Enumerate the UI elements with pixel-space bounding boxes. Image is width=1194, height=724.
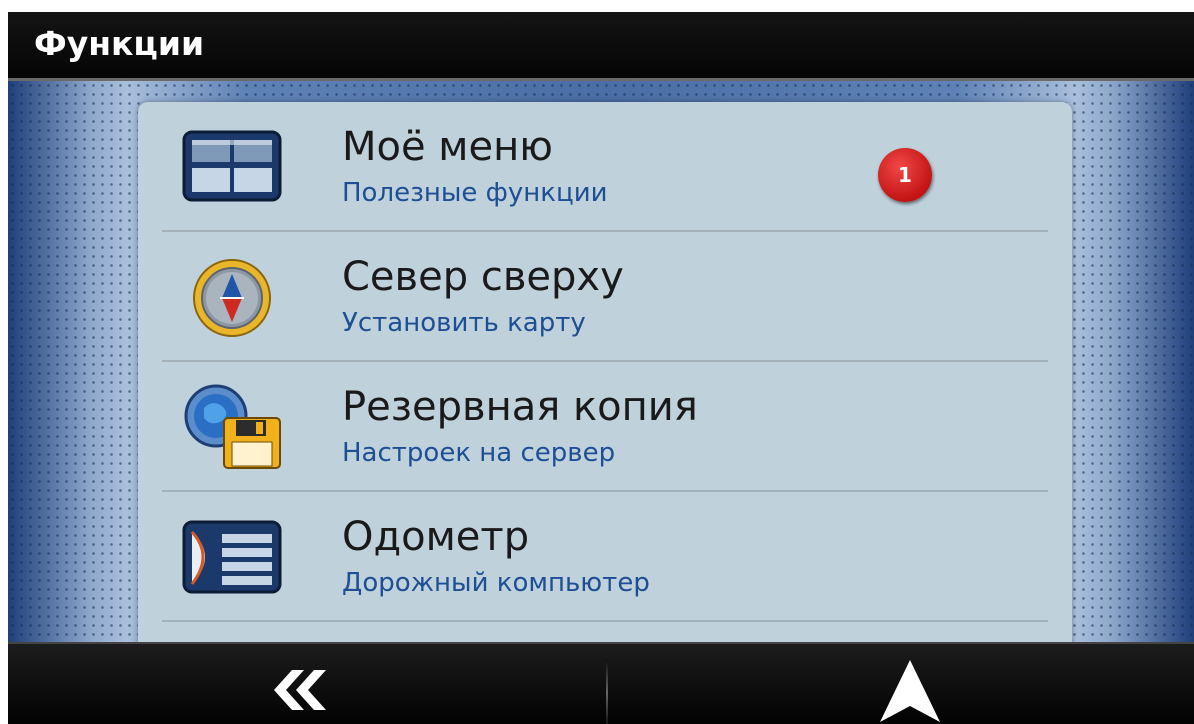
menu-item-title: Одометр [342,514,530,560]
page-title: Функции [34,24,205,63]
menu-item-odometer[interactable]: Одометр Дорожный компьютер [138,492,1072,622]
menu-item-subtitle: Настроек на сервер [342,438,616,468]
my-menu-icon [182,130,282,202]
menu-item-subtitle: Дорожный компьютер [342,568,650,598]
menu-item-subtitle: Установить карту [342,308,586,338]
backup-icon [184,384,281,469]
menu-item-subtitle: Полезные функции [342,178,608,208]
odometer-icon [182,520,282,594]
menu-item-title: Моё меню [342,124,553,170]
menu-item-north-up[interactable]: Север сверху Установить карту [138,232,1072,362]
compass-icon [193,259,271,337]
navigate-button[interactable] [608,644,1194,724]
navigation-arrow-icon [880,660,940,722]
notification-badge: 1 [878,148,932,202]
menu-divider [162,620,1048,622]
menu-item-title: Север сверху [342,254,624,300]
functions-menu-panel: Моё меню Полезные функции 1 Север сверху… [138,102,1072,662]
double-chevron-left-icon [274,670,326,710]
back-button[interactable] [8,644,606,724]
device-screen: Функции Моё меню Полезные функции 1 Севе… [8,12,1194,724]
footer-bar [8,642,1194,724]
menu-item-my-menu[interactable]: Моё меню Полезные функции 1 [138,102,1072,232]
header-bar: Функции [8,12,1194,81]
menu-item-title: Резервная копия [342,384,698,430]
menu-item-backup[interactable]: Резервная копия Настроек на сервер [138,362,1072,492]
